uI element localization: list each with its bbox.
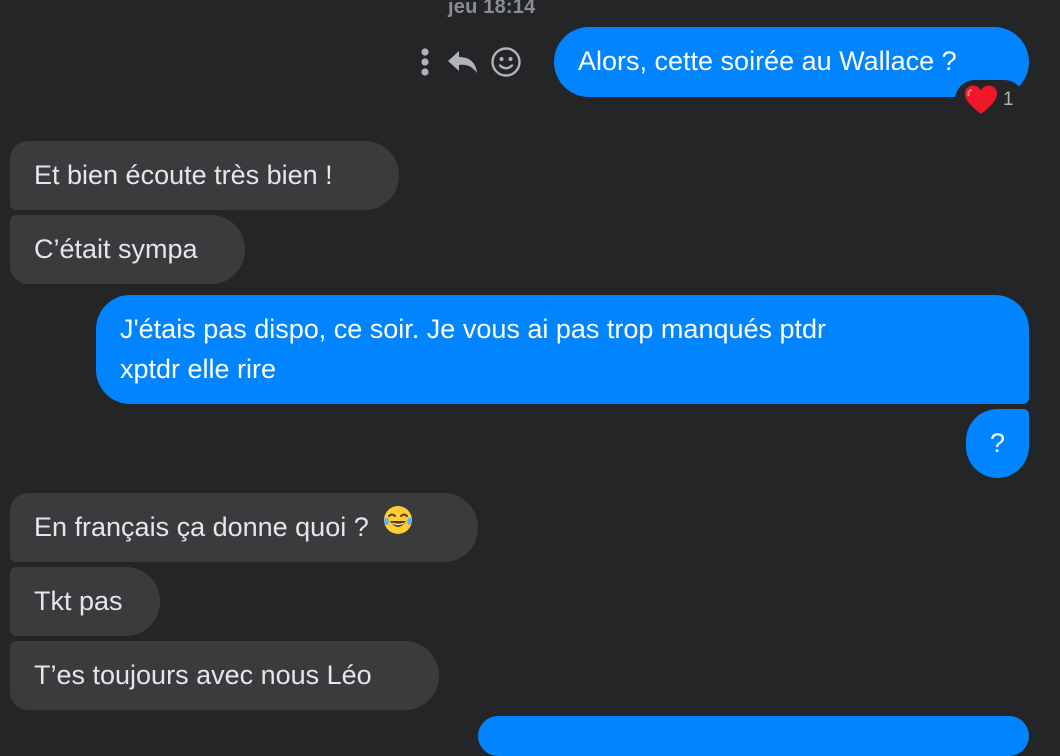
message-text-line: xptdr elle rire — [120, 354, 277, 384]
message-bubble-outgoing-partial[interactable] — [478, 716, 1029, 756]
message-text-line: J'étais pas dispo, ce soir. Je vous ai p… — [120, 314, 827, 344]
message-text: En français ça donne quoi ? — [34, 512, 369, 542]
red-heart-icon — [965, 85, 997, 114]
message-bubble-incoming[interactable]: C’était sympa — [10, 215, 245, 284]
message-bubble-incoming[interactable]: Tkt pas — [10, 567, 160, 636]
reaction-badge[interactable]: 1 — [957, 82, 1022, 118]
message-bubble-outgoing[interactable]: Alors, cette soirée au Wallace ? — [554, 27, 1029, 97]
message-bubble-outgoing[interactable]: ? — [966, 409, 1029, 478]
message-actions — [412, 42, 524, 82]
smiley-icon[interactable] — [488, 42, 524, 82]
more-vertical-icon[interactable] — [412, 42, 438, 82]
message-text: Alors, cette soirée au Wallace ? — [578, 46, 957, 76]
message-bubble-incoming[interactable]: T’es toujours avec nous Léo — [10, 641, 439, 710]
message-text: C’était sympa — [34, 234, 198, 264]
message-text: Tkt pas — [34, 586, 123, 616]
timestamp: jeu 18:14 — [448, 0, 536, 18]
tears-of-joy-emoji-icon — [382, 504, 414, 547]
message-text: ? — [989, 428, 1006, 458]
message-text: T’es toujours avec nous Léo — [34, 660, 372, 690]
message-text: Et bien écoute très bien ! — [34, 160, 333, 190]
message-bubble-outgoing[interactable]: J'étais pas dispo, ce soir. Je vous ai p… — [96, 295, 1029, 404]
reply-icon[interactable] — [438, 42, 488, 82]
message-bubble-incoming[interactable]: Et bien écoute très bien ! — [10, 141, 399, 210]
reaction-count: 1 — [1003, 89, 1014, 110]
message-bubble-incoming[interactable]: En français ça donne quoi ? — [10, 493, 478, 562]
